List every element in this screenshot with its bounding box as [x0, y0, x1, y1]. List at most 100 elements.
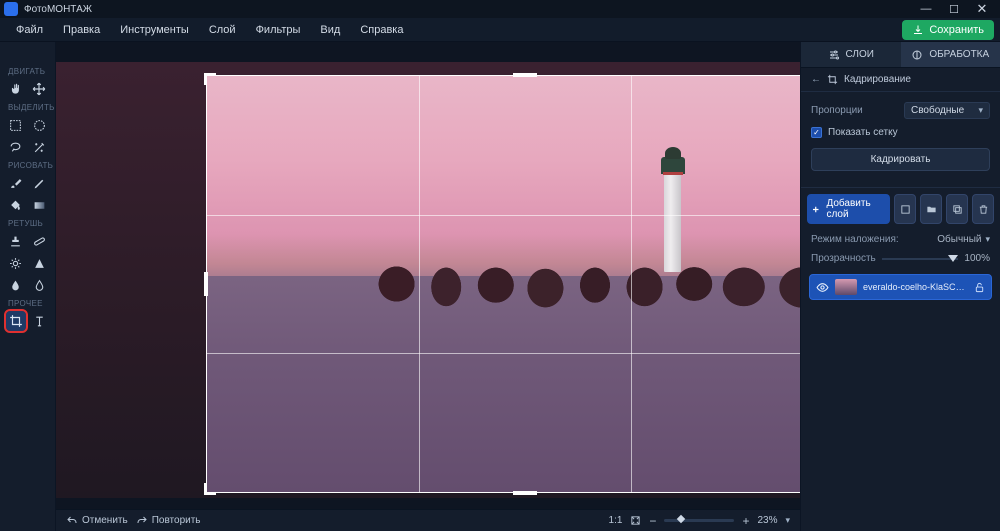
- lock-open-icon[interactable]: [974, 282, 985, 293]
- lasso-icon: [9, 141, 22, 154]
- stamp-tool[interactable]: [6, 231, 26, 251]
- proportions-select[interactable]: Свободные ▾: [904, 102, 990, 119]
- zoom-in-icon[interactable]: +: [742, 514, 749, 528]
- crop-tool[interactable]: [6, 311, 26, 331]
- zoom-slider[interactable]: [664, 519, 734, 522]
- wand-icon: [33, 141, 46, 154]
- app-icon: [4, 2, 18, 16]
- blur-tool[interactable]: [6, 275, 26, 295]
- hand-tool[interactable]: [6, 79, 26, 99]
- toolbar-section-select: ВЫДЕЛИТЬ: [0, 100, 55, 114]
- square-icon: [900, 204, 911, 215]
- undo-button[interactable]: Отменить: [66, 515, 128, 527]
- hand-icon: [9, 82, 23, 96]
- menu-edit[interactable]: Правка: [53, 20, 110, 40]
- toolbar-section-move: ДВИГАТЬ: [0, 64, 55, 78]
- layer-folder-button[interactable]: [920, 194, 942, 224]
- pencil-icon: [33, 177, 46, 190]
- crop-handle-left[interactable]: [204, 272, 208, 296]
- zoom-dropdown-icon[interactable]: ▾: [785, 515, 790, 526]
- crop-panel-title: Кадрирование: [844, 74, 911, 85]
- canvas-area[interactable]: Отменить Повторить 1:1 − + 23% ▾: [56, 42, 800, 531]
- back-icon[interactable]: ←: [811, 74, 821, 85]
- scale-one-to-one[interactable]: 1:1: [609, 515, 623, 526]
- smudge-tool[interactable]: [29, 275, 49, 295]
- window-close-button[interactable]: ✕: [968, 1, 996, 17]
- add-layer-label: Добавить слой: [826, 198, 886, 220]
- menu-view[interactable]: Вид: [310, 20, 350, 40]
- crop-handle-tl[interactable]: [204, 73, 216, 85]
- pencil-tool[interactable]: [29, 173, 49, 193]
- checkbox-icon: ✓: [811, 127, 822, 138]
- heal-tool[interactable]: [29, 231, 49, 251]
- drop-icon: [9, 279, 22, 292]
- crop-frame[interactable]: [206, 75, 800, 493]
- brush-tool[interactable]: [6, 173, 26, 193]
- crop-icon: [827, 74, 838, 85]
- tab-processing[interactable]: ОБРАБОТКА: [901, 42, 1000, 67]
- text-icon: [33, 315, 46, 328]
- window-maximize-button[interactable]: ☐: [940, 3, 968, 16]
- layer-thumbnail: [835, 279, 857, 295]
- dodge-tool[interactable]: [6, 253, 26, 273]
- save-button-label: Сохранить: [929, 24, 984, 36]
- copy-icon: [952, 204, 963, 215]
- show-grid-checkbox[interactable]: ✓ Показать сетку: [811, 127, 990, 138]
- menu-help[interactable]: Справка: [350, 20, 413, 40]
- toolbar-section-retouch: РЕТУШЬ: [0, 216, 55, 230]
- lasso-tool[interactable]: [6, 137, 26, 157]
- ellipse-select-tool[interactable]: [29, 115, 49, 135]
- layer-empty-button[interactable]: [894, 194, 916, 224]
- fit-icon[interactable]: [630, 515, 641, 526]
- redo-button[interactable]: Повторить: [136, 515, 201, 527]
- fill-tool[interactable]: [6, 195, 26, 215]
- save-button[interactable]: Сохранить: [902, 20, 994, 40]
- crop-gridline: [631, 76, 632, 492]
- crop-button-label: Кадрировать: [871, 154, 931, 165]
- left-toolbar: ДВИГАТЬ ВЫДЕЛИТЬ РИСОВАТЬ РЕТУШЬ: [0, 42, 56, 531]
- adjust-icon: [911, 49, 923, 61]
- chevron-down-icon[interactable]: ▾: [985, 234, 990, 245]
- menu-tools[interactable]: Инструменты: [110, 20, 199, 40]
- crop-button[interactable]: Кадрировать: [811, 148, 990, 171]
- crop-gridline: [207, 215, 800, 216]
- zoom-out-icon[interactable]: −: [649, 514, 656, 528]
- magic-wand-tool[interactable]: [29, 137, 49, 157]
- layer-duplicate-button[interactable]: [946, 194, 968, 224]
- redo-icon: [136, 515, 148, 527]
- folder-icon: [926, 204, 937, 215]
- add-layer-button[interactable]: Добавить слой: [807, 194, 890, 224]
- download-icon: [912, 24, 924, 36]
- menubar: Файл Правка Инструменты Слой Фильтры Вид…: [0, 18, 1000, 42]
- proportions-label: Пропорции: [811, 105, 863, 116]
- rect-select-icon: [9, 119, 22, 132]
- layer-name: everaldo-coelho-KlaSCpkICZw: [863, 282, 968, 292]
- blend-mode-label: Режим наложения:: [811, 234, 899, 245]
- plus-icon: [811, 204, 820, 215]
- layer-item[interactable]: everaldo-coelho-KlaSCpkICZw: [809, 274, 992, 300]
- app-title: ФотоМОНТАЖ: [24, 4, 92, 15]
- crop-handle-top[interactable]: [513, 73, 537, 77]
- proportions-value: Свободные: [911, 105, 964, 116]
- opacity-slider[interactable]: [882, 258, 959, 260]
- menu-layer[interactable]: Слой: [199, 20, 246, 40]
- layer-delete-button[interactable]: [972, 194, 994, 224]
- text-tool[interactable]: [29, 311, 49, 331]
- crop-handle-bottom[interactable]: [513, 491, 537, 495]
- opacity-value: 100%: [964, 253, 990, 264]
- brush-icon: [9, 177, 22, 190]
- tab-layers[interactable]: СЛОИ: [801, 42, 901, 67]
- move-tool[interactable]: [29, 79, 49, 99]
- bandage-icon: [33, 235, 46, 248]
- eye-icon[interactable]: [816, 281, 829, 294]
- window-minimize-button[interactable]: —: [912, 3, 940, 15]
- crop-handle-bl[interactable]: [204, 483, 216, 495]
- crop-gridline: [419, 76, 420, 492]
- blend-mode-value[interactable]: Обычный: [937, 234, 981, 245]
- menu-file[interactable]: Файл: [6, 20, 53, 40]
- menu-filters[interactable]: Фильтры: [246, 20, 311, 40]
- rect-select-tool[interactable]: [6, 115, 26, 135]
- move-icon: [32, 82, 46, 96]
- sharpen-tool[interactable]: [29, 253, 49, 273]
- gradient-tool[interactable]: [29, 195, 49, 215]
